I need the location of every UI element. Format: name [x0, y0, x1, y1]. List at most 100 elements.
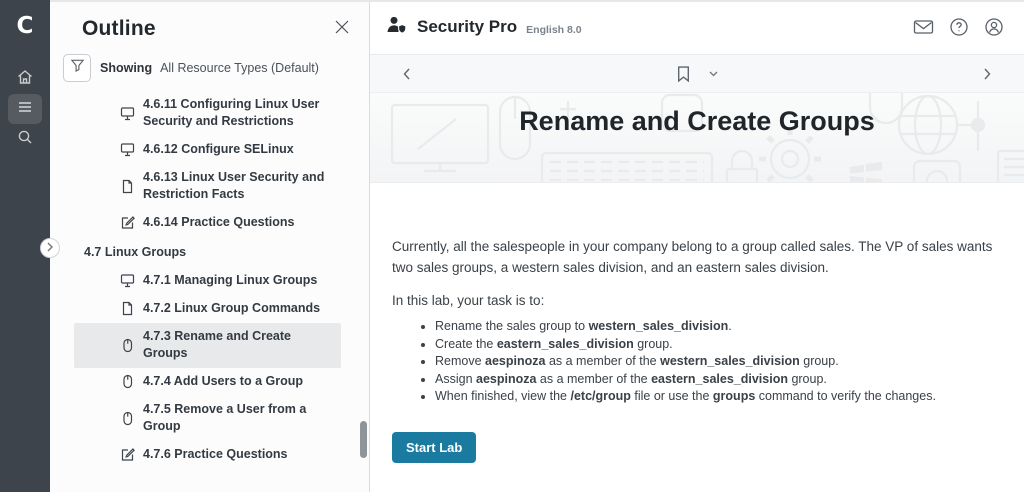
task-text: groups: [713, 389, 755, 403]
outline-item[interactable]: 4.7.1 Managing Linux Groups: [74, 267, 341, 295]
outline-item-label: 4.7.3 Rename and Create Groups: [143, 328, 337, 362]
app-header: Security Pro English 8.0: [370, 0, 1024, 55]
task-text: command to verify the changes.: [755, 389, 936, 403]
outline-item-label: 4.7.4 Add Users to a Group: [143, 373, 303, 390]
task-text: When finished, view the: [435, 389, 571, 403]
document-icon: [120, 301, 135, 316]
task-text: as a member of the: [536, 372, 651, 386]
outline-item[interactable]: 4.6.13 Linux User Security and Restricti…: [74, 164, 341, 209]
main-area: Security Pro English 8.0: [370, 0, 1024, 492]
practice-icon: [120, 215, 135, 230]
outline-item-label: 4.6.14 Practice Questions: [143, 214, 294, 231]
outline-item-label: 4.7 Linux Groups: [84, 244, 186, 261]
task-text: group.: [800, 354, 839, 368]
account-button[interactable]: [984, 17, 1004, 37]
task-text: .: [728, 319, 731, 333]
previous-button[interactable]: [398, 65, 415, 83]
next-button[interactable]: [979, 65, 996, 83]
task-item: Create the eastern_sales_division group.: [435, 336, 998, 354]
lab-icon: [120, 374, 135, 389]
lesson-banner: Rename and Create Groups: [370, 93, 1024, 183]
outline-panel: Outline Showing All Resource Types (Defa…: [50, 0, 370, 492]
funnel-icon: [70, 58, 85, 78]
resource-filter: Showing All Resource Types (Default): [63, 54, 353, 82]
outline-item[interactable]: 4.7.3 Rename and Create Groups: [74, 323, 341, 368]
monitor-icon: [120, 273, 135, 288]
outline-item-label: 4.6.12 Configure SELinux: [143, 141, 294, 158]
outline-title: Outline: [82, 17, 156, 41]
task-intro-text: In this lab, your task is to:: [392, 290, 998, 311]
home-icon: [16, 68, 34, 91]
outline-item[interactable]: 4.7.4 Add Users to a Group: [74, 368, 341, 396]
task-text: eastern_sales_division: [497, 337, 634, 351]
outline-item-label: 4.7.1 Managing Linux Groups: [143, 272, 317, 289]
lab-icon: [120, 411, 135, 426]
filter-value: All Resource Types (Default): [160, 61, 319, 75]
task-text: /etc/group: [571, 389, 631, 403]
close-outline-button[interactable]: [333, 18, 351, 41]
outline-item[interactable]: 4.6.12 Configure SELinux: [74, 136, 341, 164]
bookmark-caret-button[interactable]: [706, 68, 721, 80]
app-title: Security Pro: [417, 17, 517, 37]
messages-button[interactable]: [913, 18, 934, 36]
bookmark-button[interactable]: [674, 63, 693, 85]
task-item: Rename the sales group to western_sales_…: [435, 318, 998, 336]
outline-item[interactable]: 4.6.11 Configuring Linux User Security a…: [74, 91, 341, 136]
task-text: aespinoza: [476, 372, 536, 386]
search-icon: [16, 128, 34, 151]
start-lab-button[interactable]: Start Lab: [392, 432, 476, 463]
task-text: group.: [634, 337, 673, 351]
outline-item[interactable]: 4.7.2 Linux Group Commands: [74, 295, 341, 323]
app-logo[interactable]: C: [0, 4, 50, 48]
panel-collapse-toggle[interactable]: [40, 238, 60, 258]
outline-section[interactable]: 4.7 Linux Groups: [74, 239, 341, 267]
task-text: Rename the sales group to: [435, 319, 589, 333]
chevron-right-icon: [46, 239, 54, 257]
outline-item-label: 4.7.2 Linux Group Commands: [143, 300, 320, 317]
app-version: English 8.0: [526, 24, 581, 36]
task-text: file or use the: [631, 389, 713, 403]
outline-item[interactable]: 4.6.14 Practice Questions: [74, 209, 341, 237]
task-item: Assign aespinoza as a member of the east…: [435, 371, 998, 389]
outline-item-label: 4.6.11 Configuring Linux User Security a…: [143, 96, 337, 130]
task-item: Remove aespinoza as a member of the west…: [435, 353, 998, 371]
practice-icon: [120, 447, 135, 462]
outline-item[interactable]: 4.7.6 Practice Questions: [74, 441, 341, 467]
outline-list: 4.6.11 Configuring Linux User Security a…: [50, 91, 369, 467]
task-list: Rename the sales group to western_sales_…: [392, 318, 998, 406]
task-text: as a member of the: [545, 354, 660, 368]
task-item: When finished, view the /etc/group file …: [435, 388, 998, 406]
task-text: Create the: [435, 337, 497, 351]
window-top-edge: [50, 0, 1024, 2]
task-text: western_sales_division: [660, 354, 800, 368]
document-icon: [120, 179, 135, 194]
security-pro-logo-icon: [386, 15, 408, 40]
task-text: aespinoza: [485, 354, 545, 368]
home-button[interactable]: [8, 64, 42, 94]
outline-item-label: 4.6.13 Linux User Security and Restricti…: [143, 169, 337, 203]
lab-instructions: Currently, all the salespeople in your c…: [370, 183, 1024, 463]
lesson-toolbar: [370, 55, 1024, 93]
outline-item-label: 4.7.5 Remove a User from a Group: [143, 401, 337, 435]
monitor-icon: [120, 106, 135, 121]
page-title: Rename and Create Groups: [370, 106, 1024, 137]
task-text: Assign: [435, 372, 476, 386]
close-icon: [335, 20, 349, 39]
task-text: group.: [788, 372, 827, 386]
outline-scrollbar-thumb[interactable]: [360, 421, 367, 458]
task-text: eastern_sales_division: [651, 372, 788, 386]
menu-icon: [16, 98, 34, 121]
filter-button[interactable]: [63, 54, 91, 82]
outline-item-label: 4.7.6 Practice Questions: [143, 446, 288, 463]
showing-label: Showing: [100, 61, 152, 75]
task-text: Remove: [435, 354, 485, 368]
monitor-icon: [120, 142, 135, 157]
outline-item[interactable]: 4.7.5 Remove a User from a Group: [74, 396, 341, 441]
brand: Security Pro English 8.0: [386, 15, 582, 40]
lab-icon: [120, 338, 135, 353]
task-text: western_sales_division: [589, 319, 729, 333]
search-button[interactable]: [8, 124, 42, 154]
outline-menu-button[interactable]: [8, 94, 42, 124]
help-button[interactable]: [949, 17, 969, 37]
scenario-text: Currently, all the salespeople in your c…: [392, 236, 994, 278]
